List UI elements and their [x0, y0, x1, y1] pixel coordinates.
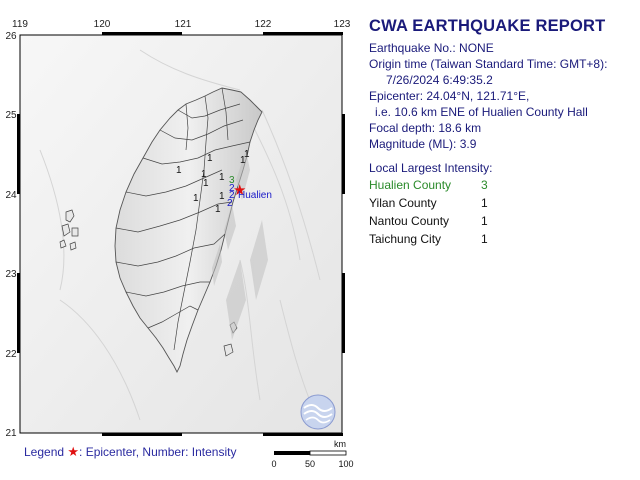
scale-label-50: 50: [305, 459, 315, 469]
legend-prefix: Legend: [24, 445, 65, 459]
intensity-heading: Local Largest Intensity:: [369, 161, 493, 175]
map-panel: 119 120 121 122 123 26 25 24 23 22 21 3 …: [0, 0, 360, 480]
origin-time-value: 7/26/2024 6:49:35.2: [386, 73, 493, 87]
focal-depth: Focal depth: 18.6 km: [369, 121, 482, 135]
origin-time-label: Origin time (Taiwan Standard Time: GMT+8…: [369, 57, 608, 71]
x-tick-labels: 119 120 121 122 123: [12, 19, 351, 30]
x-tick-label: 123: [334, 19, 351, 30]
intensity-row: Hualien County 3: [369, 176, 488, 194]
y-tick-label: 23: [5, 269, 17, 280]
legend: Legend ★: Epicenter, Number: Intensity: [24, 444, 236, 460]
intensity-value: 3: [481, 178, 488, 192]
intensity-row: Yilan County 1: [369, 194, 488, 212]
y-tick-label: 25: [5, 110, 17, 121]
scale-label-100: 100: [338, 459, 353, 469]
earthquake-number: Earthquake No.: NONE: [369, 41, 494, 55]
station-intensity: 2: [227, 198, 233, 209]
station-intensity: 1: [219, 191, 225, 202]
epicenter-label: Hualien: [238, 190, 272, 201]
intensity-county: Taichung City: [369, 232, 442, 246]
magnitude: Magnitude (ML): 3.9: [369, 137, 477, 151]
x-tick-label: 120: [94, 19, 111, 30]
station-intensity: 1: [176, 165, 182, 176]
intensity-county: Hualien County: [369, 178, 452, 192]
x-tick-label: 119: [12, 19, 28, 30]
scale-label-0: 0: [271, 459, 276, 469]
y-tick-label: 24: [5, 190, 17, 201]
intensity-value: 1: [481, 214, 488, 228]
station-intensity: 1: [244, 149, 250, 160]
y-tick-label: 26: [5, 31, 17, 42]
station-intensity: 1: [207, 153, 213, 164]
y-tick-labels: 26 25 24 23 22 21: [5, 31, 17, 439]
scale-unit: km: [334, 439, 346, 449]
scale-bar: km 0 50 100: [271, 439, 353, 469]
intensity-row: Taichung City 1: [369, 230, 488, 248]
intensity-county: Yilan County: [369, 196, 437, 210]
x-tick-label: 121: [175, 19, 192, 30]
report-title: CWA EARTHQUAKE REPORT: [369, 17, 606, 35]
cwa-logo: [300, 394, 336, 430]
station-intensity: 1: [219, 172, 225, 183]
epicenter-star-icon: ★: [67, 444, 80, 459]
y-tick-label: 22: [5, 349, 17, 360]
epicenter-description: i.e. 10.6 km ENE of Hualien County Hall: [375, 105, 588, 119]
map-canvas: 119 120 121 122 123 26 25 24 23 22 21 3 …: [5, 19, 353, 469]
x-tick-label: 122: [255, 19, 272, 30]
legend-text: : Epicenter, Number: Intensity: [79, 445, 237, 459]
station-intensity: 1: [203, 178, 209, 189]
intensity-row: Nantou County 1: [369, 212, 488, 230]
station-intensity: 1: [193, 193, 199, 204]
intensity-county: Nantou County: [369, 214, 450, 228]
intensity-value: 1: [481, 196, 488, 210]
station-intensity: 1: [215, 204, 221, 215]
intensity-table: Hualien County 3 Yilan County 1 Nantou C…: [369, 176, 488, 248]
report-panel: CWA EARTHQUAKE REPORT Earthquake No.: NO…: [369, 18, 635, 248]
epicenter-coords: Epicenter: 24.04°N, 121.71°E,: [369, 89, 530, 103]
intensity-value: 1: [481, 232, 488, 246]
y-tick-label: 21: [5, 428, 17, 439]
